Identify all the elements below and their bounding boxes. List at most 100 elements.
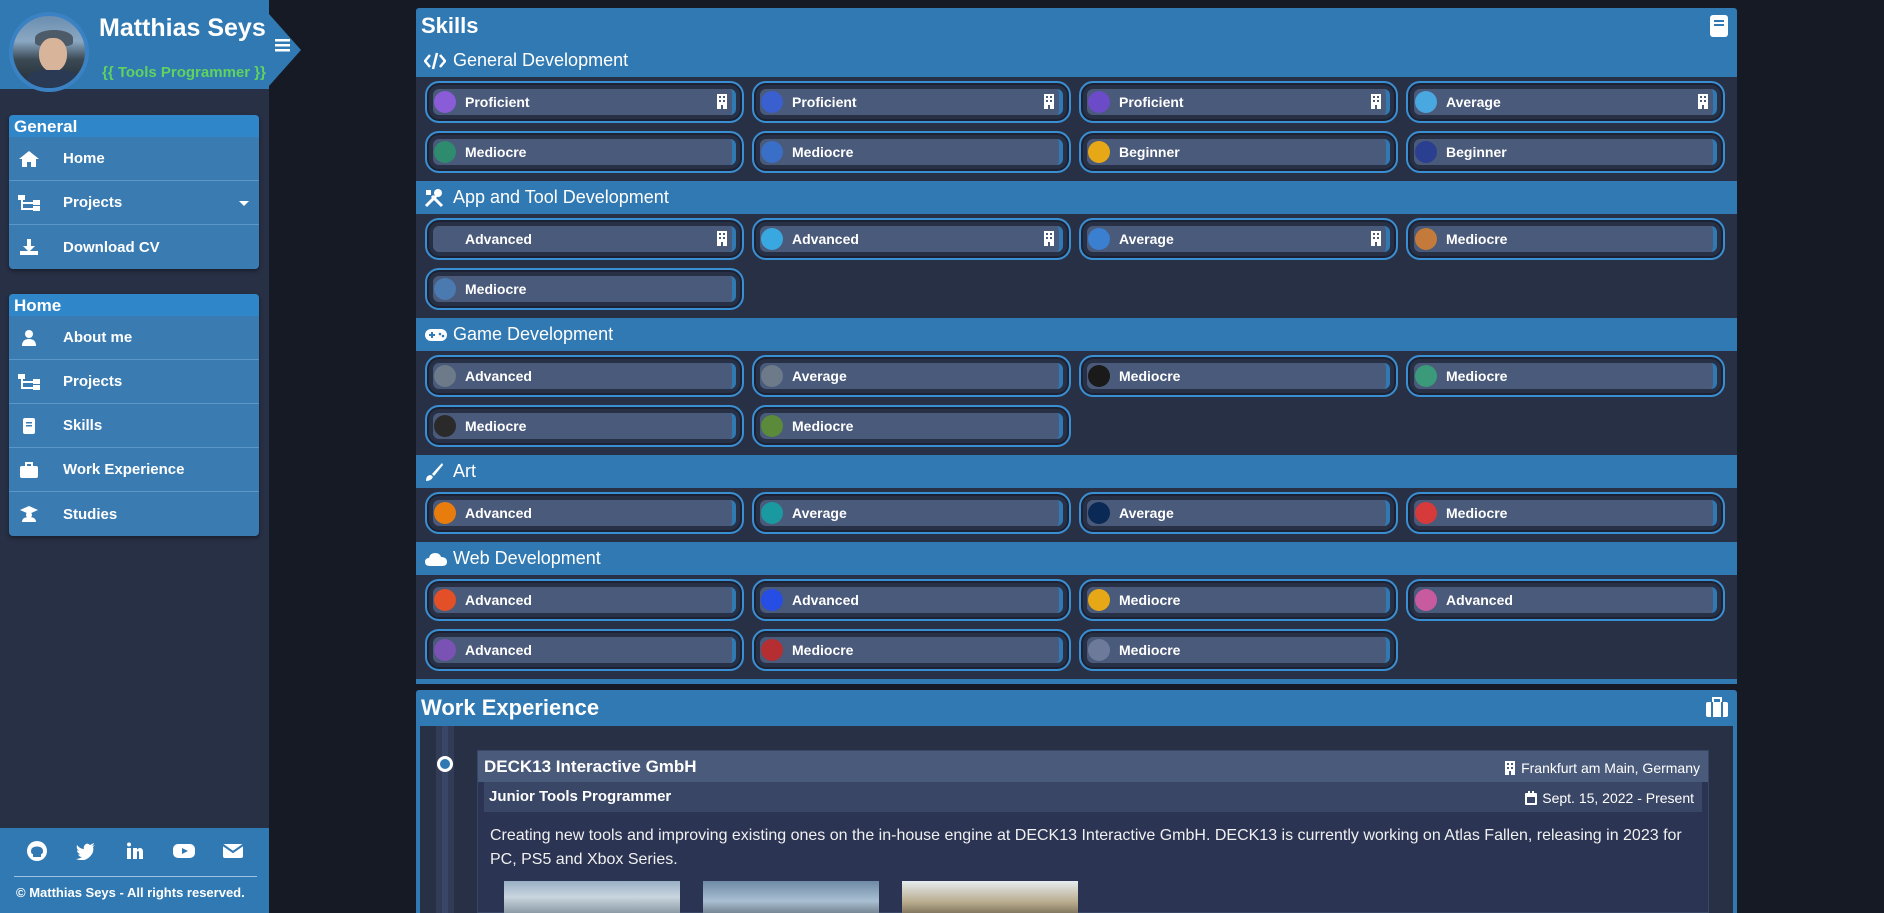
skill-badge[interactable]: Mediocre — [752, 131, 1071, 173]
skill-badge[interactable]: Mediocre — [1079, 355, 1398, 397]
skill-category-label: App and Tool Development — [453, 187, 669, 207]
skill-badge[interactable]: Proficient — [1079, 81, 1398, 123]
job-location-text: Frankfurt am Main, Germany — [1521, 760, 1700, 776]
home-icon — [17, 149, 41, 169]
unreal-logo — [1088, 365, 1110, 387]
skill-badge[interactable]: Mediocre — [1406, 218, 1725, 260]
skill-level: Mediocre — [465, 281, 527, 297]
job-header: DECK13 Interactive GmbH Frankfurt am Mai… — [478, 751, 1708, 782]
unity-logo — [761, 365, 783, 387]
nav-item-download-cv[interactable]: Download CV — [9, 225, 259, 269]
skill-badge[interactable]: Advanced — [752, 579, 1071, 621]
skill-level: Advanced — [465, 505, 532, 521]
screenshot-image[interactable] — [703, 881, 879, 913]
skill-level: Advanced — [465, 642, 532, 658]
building-icon — [716, 231, 728, 246]
html5-logo — [434, 589, 456, 611]
nav-item-about-me[interactable]: About me — [9, 316, 259, 360]
nav-item-projects[interactable]: Projects — [9, 360, 259, 404]
profile-name: Matthias Seys — [99, 14, 266, 42]
skill-level: Advanced — [792, 231, 859, 247]
work-experience-title: Work Experience — [416, 690, 1737, 726]
skill-badge[interactable]: Mediocre — [425, 131, 744, 173]
skill-level: Average — [792, 368, 847, 384]
skill-category-label: General Development — [453, 50, 629, 70]
blender-logo — [434, 502, 456, 524]
skill-badge[interactable]: Advanced — [425, 629, 744, 671]
sfml-logo — [1415, 228, 1437, 250]
skill-badge[interactable]: Advanced — [425, 218, 744, 260]
hamburger-icon[interactable] — [275, 38, 291, 52]
skill-category-title: General Development — [416, 44, 1737, 77]
skill-badge[interactable]: Average — [752, 355, 1071, 397]
job-date-text: Sept. 15, 2022 - Present — [1542, 790, 1694, 806]
skill-level: Average — [792, 505, 847, 521]
chevron-down-icon[interactable] — [239, 201, 249, 206]
sidebar-footer — [0, 828, 269, 913]
linkedin-icon[interactable] — [123, 840, 147, 862]
github-icon[interactable] — [25, 840, 49, 862]
skills-panel: Skills General Development Proficient Prof… — [416, 8, 1737, 684]
visual-studio-logo — [434, 91, 456, 113]
opengl-logo — [434, 365, 456, 387]
skill-badge[interactable]: Mediocre — [752, 629, 1071, 671]
youtube-icon[interactable] — [172, 840, 196, 862]
nav-item-skills[interactable]: Skills — [9, 404, 259, 448]
skill-level: Advanced — [465, 231, 532, 247]
skill-badge[interactable]: Mediocre — [1079, 629, 1398, 671]
skill-level: Proficient — [1119, 94, 1184, 110]
skill-badge[interactable]: Advanced — [425, 355, 744, 397]
book-icon — [17, 416, 41, 436]
nav-item-label: Download CV — [63, 238, 160, 256]
twitter-icon[interactable] — [74, 840, 98, 862]
download-icon — [17, 237, 41, 257]
skill-level: Mediocre — [792, 144, 854, 160]
nav-item-work-experience[interactable]: Work Experience — [9, 448, 259, 492]
skill-grid: Advanced Advanced Mediocre Advanced Advanced… — [416, 575, 1737, 679]
envelope-icon[interactable] — [221, 840, 245, 862]
nav-item-label: Work Experience — [63, 461, 185, 478]
skill-badge[interactable]: Advanced — [425, 579, 744, 621]
skill-badge[interactable]: Average — [1079, 492, 1398, 534]
nav-item-projects[interactable]: Projects — [9, 181, 259, 225]
skill-badge[interactable]: Average — [752, 492, 1071, 534]
skill-level: Mediocre — [1446, 231, 1508, 247]
wxwidgets-logo — [1088, 228, 1110, 250]
skill-badge[interactable]: Beginner — [1079, 131, 1398, 173]
skills-title: Skills — [416, 8, 1737, 44]
skill-badge[interactable]: Proficient — [752, 81, 1071, 123]
skill-level: Mediocre — [1446, 505, 1508, 521]
skill-level: Mediocre — [1446, 368, 1508, 384]
briefcase-icon — [17, 460, 41, 480]
skill-category-title: Game Development — [416, 318, 1737, 351]
skill-badge[interactable]: Mediocre — [1406, 355, 1725, 397]
brush-icon — [424, 462, 448, 482]
screenshot-image[interactable] — [504, 881, 680, 913]
skill-badge[interactable]: Mediocre — [1406, 492, 1725, 534]
skill-category-label: Art — [453, 461, 477, 481]
skill-badge[interactable]: Proficient — [425, 81, 744, 123]
nav-item-home[interactable]: Home — [9, 137, 259, 181]
skill-badge[interactable]: Mediocre — [425, 405, 744, 447]
code-icon — [424, 51, 448, 71]
profile-header: Matthias Seys {{ Tools Programmer }} — [0, 0, 269, 92]
skill-badge[interactable]: Advanced — [752, 218, 1071, 260]
skill-level: Mediocre — [1119, 642, 1181, 658]
skill-badge[interactable]: Advanced — [1406, 579, 1725, 621]
physx-logo — [761, 415, 783, 437]
angular-logo — [761, 639, 783, 661]
skill-level: Mediocre — [792, 418, 854, 434]
skill-badge[interactable]: Beginner — [1406, 131, 1725, 173]
skill-badge[interactable]: Average — [1406, 81, 1725, 123]
building-icon — [1043, 231, 1055, 246]
skill-category-title: Art — [416, 455, 1737, 488]
skill-badge[interactable]: Mediocre — [752, 405, 1071, 447]
nav-item-studies[interactable]: Studies — [9, 492, 259, 536]
skill-badge[interactable]: Advanced — [425, 492, 744, 534]
briefcase-icon — [1705, 696, 1729, 720]
skill-badge[interactable]: Average — [1079, 218, 1398, 260]
skill-badge[interactable]: Mediocre — [425, 268, 744, 310]
skill-badge[interactable]: Mediocre — [1079, 579, 1398, 621]
screenshot-image[interactable] — [902, 881, 1078, 913]
profile-role: {{ Tools Programmer }} — [102, 64, 266, 81]
